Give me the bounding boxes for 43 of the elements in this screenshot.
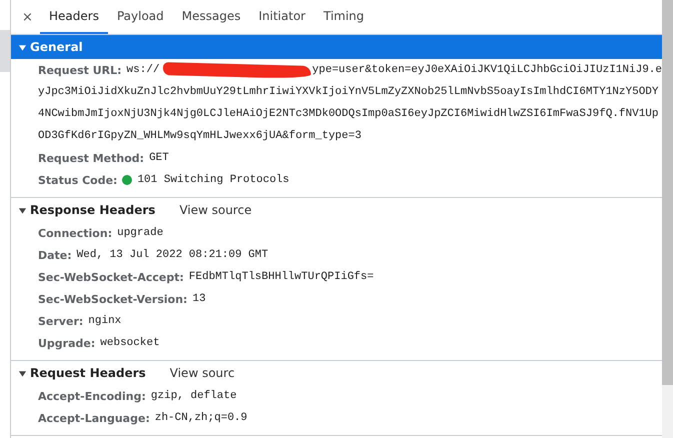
header-name: Request Method:: [38, 152, 144, 164]
header-value: zh-CN,zh;q=0.9: [154, 412, 248, 424]
header-name: Status Code:: [38, 174, 118, 186]
tab[interactable]: Messages: [172, 0, 250, 34]
scrollbar[interactable]: [662, 0, 673, 438]
header-value: ype=user&token=eyJ0eXAiOiJKV1QiLCJhbGciOiJIUzI1NiJ9.e: [312, 64, 662, 76]
header-value: FEdbMTlqTlsBHHllwTUrQPIiGfs=: [188, 271, 374, 283]
header-name: Upgrade:: [38, 336, 96, 350]
header-value: ws://: [126, 64, 160, 76]
expanded-triangle-icon[interactable]: [18, 206, 27, 214]
tab[interactable]: Initiator: [250, 0, 314, 34]
view-source-link[interactable]: View sourc: [170, 366, 235, 380]
header-value: yJpc3MiOiJidXkuZnJlc2hvbmUuY29tLmhrIiwiYXVkIjoiYnV5LmZyZXNob25lLmNvbS5oayIsImlhdCI6MTY1NzY5ODY: [38, 85, 660, 100]
tab[interactable]: Timing: [314, 0, 374, 34]
header-name: Connection:: [38, 226, 112, 240]
expanded-triangle-icon[interactable]: [18, 42, 27, 52]
header-name: Date:: [38, 248, 72, 262]
expanded-triangle-icon[interactable]: [18, 368, 27, 378]
header-name: Accept-Language:: [38, 412, 150, 424]
section-title[interactable]: Response Headers: [30, 203, 156, 217]
section-title[interactable]: Request Headers: [30, 366, 146, 380]
header-name: Sec-WebSocket-Version:: [38, 292, 188, 306]
header-value: gzip, deflate: [150, 390, 237, 402]
header-name: Request URL:: [38, 64, 122, 76]
header-value: 101 Switching Protocols: [137, 174, 290, 186]
header-name: Server:: [38, 314, 84, 328]
header-value: OD3GfKd6rIGpyZN_WHLMw9sqYmHLJwexx6jUA&form_type=3: [38, 129, 362, 144]
header-name: Accept-Encoding:: [38, 390, 146, 402]
header-value: upgrade: [117, 227, 164, 239]
section-header[interactable]: General: [11, 35, 662, 59]
header-value: 4NCwibmJmIjoxNjU3Njk4Njg0LCJleHAiOjE2NTc3MDk0ODQsImp0aSI6eyJpZCI6MiwidHlwZSI6ImFwaSJ9fQ.fNV1Up: [38, 107, 660, 122]
section-title[interactable]: General: [30, 40, 83, 54]
close-button[interactable]: ×: [11, 0, 40, 34]
section-header[interactable]: Response Headers View source: [11, 198, 662, 222]
header-value: websocket: [100, 337, 160, 349]
header-value: 13: [192, 293, 206, 305]
header-value: Wed, 13 Jul 2022 08:21:09 GMT: [76, 249, 268, 261]
header-name: Sec-WebSocket-Accept:: [38, 270, 184, 284]
header-value: nginx: [88, 315, 122, 327]
tab[interactable]: Payload: [108, 0, 173, 34]
section-header[interactable]: Request Headers View sourc: [11, 361, 662, 385]
header-value: GET: [149, 152, 169, 164]
view-source-link[interactable]: View source: [179, 203, 252, 217]
